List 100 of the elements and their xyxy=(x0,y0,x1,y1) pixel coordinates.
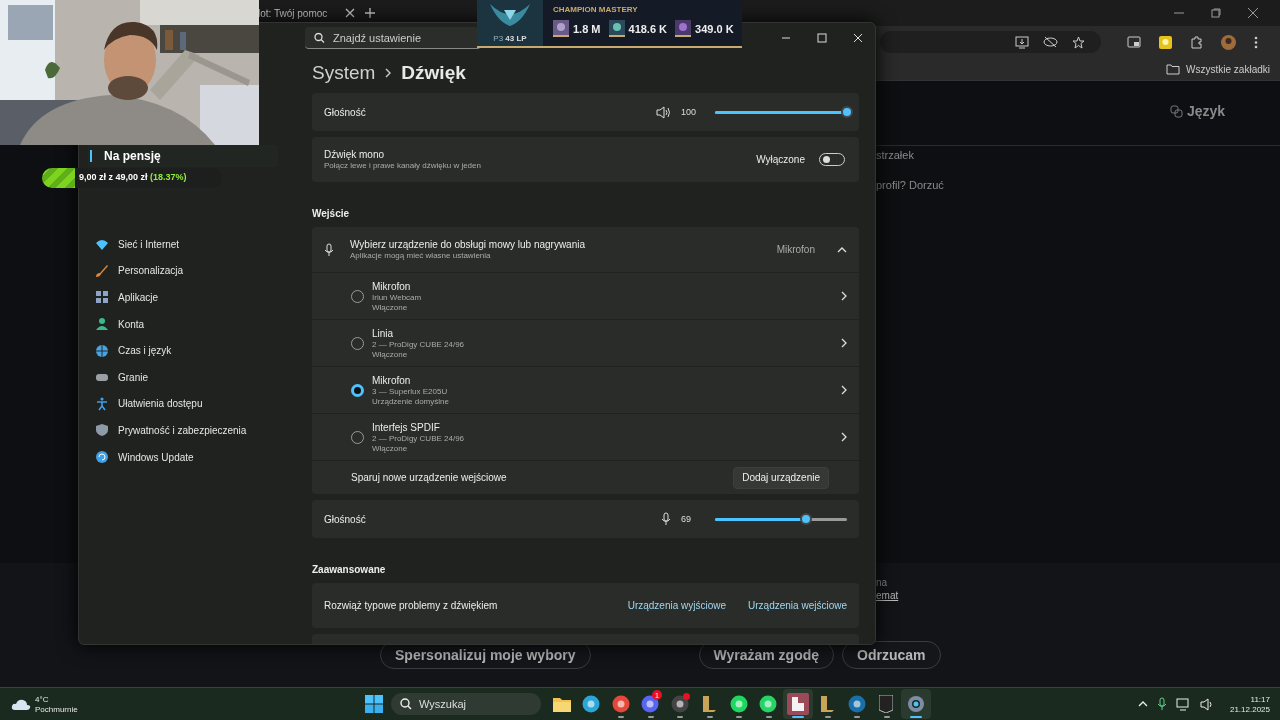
menu-icon[interactable] xyxy=(1254,35,1258,49)
setting-label: Głośność xyxy=(324,106,366,118)
sidebar-label: Sieć i Internet xyxy=(118,238,180,250)
search-icon xyxy=(314,32,325,44)
network-icon[interactable] xyxy=(1175,697,1191,711)
device-detail: 2 — ProDigy CUBE 24/96 xyxy=(372,433,465,443)
slider-thumb[interactable] xyxy=(841,106,853,118)
sidebar-item[interactable]: Granie xyxy=(95,363,295,391)
running-indicator xyxy=(883,716,890,718)
goal-title: Na pensję xyxy=(104,149,161,163)
device-option[interactable]: Interfejs SPDIF 2 — ProDigy CUBE 24/96 Włączone xyxy=(312,414,859,461)
restore-icon[interactable] xyxy=(1211,8,1221,18)
app-icon xyxy=(611,695,630,713)
page-text: profil? Dorzuć xyxy=(876,179,944,191)
app-icon xyxy=(641,695,660,713)
page-title: Dźwięk xyxy=(401,62,466,84)
page-text: strzałek xyxy=(876,149,915,161)
device-detail: 2 — ProDigy CUBE 24/96 xyxy=(372,339,465,349)
close-icon[interactable] xyxy=(1248,8,1258,18)
setting-label: Wybierz urządzenie do obsługi mowy lub nagrywania xyxy=(350,239,586,250)
accent-bar xyxy=(90,150,92,162)
puzzle-icon[interactable] xyxy=(1190,35,1203,49)
cookie-link[interactable]: emat xyxy=(876,590,899,601)
chevron-up-icon[interactable] xyxy=(1137,701,1148,707)
sidebar-item[interactable]: Ułatwienia dostępu xyxy=(95,390,295,418)
device-name: Mikrofon xyxy=(372,374,412,386)
speaker-icon[interactable] xyxy=(656,105,671,119)
device-status: Włączone xyxy=(372,349,409,359)
setting-label: Dźwięk mono xyxy=(324,149,386,160)
sidebar-item[interactable]: Czas i język xyxy=(95,337,295,364)
sidebar-item[interactable]: Aplikacje xyxy=(95,284,295,311)
browser-tab[interactable]: lot: Twój pomoc xyxy=(258,7,328,19)
sidebar-item[interactable]: Konta xyxy=(95,310,295,338)
translate-icon xyxy=(1170,104,1183,118)
device-option[interactable]: Linia 2 — ProDigy CUBE 24/96 Włączone xyxy=(312,320,859,367)
microphone-icon[interactable] xyxy=(1156,697,1167,711)
selected-device: Mikrofon xyxy=(776,244,815,255)
progress-text: 9,00 zł z 49,00 zł (18.37%) xyxy=(79,172,187,182)
champion-portrait-icon xyxy=(675,20,692,37)
device-option[interactable]: Mikrofon 3 — Superlux E205U Urządzenie domyślne xyxy=(312,367,859,414)
language-heading[interactable]: Język xyxy=(1170,103,1226,119)
running-indicator xyxy=(706,716,713,718)
avatar-icon[interactable] xyxy=(1221,34,1236,50)
taskbar-app[interactable] xyxy=(783,689,813,719)
microphone-icon[interactable] xyxy=(661,512,671,526)
search-field[interactable]: Znajdź ustawienie xyxy=(305,27,481,49)
chevron-up-icon[interactable] xyxy=(837,246,847,253)
maximize-icon[interactable] xyxy=(817,33,827,43)
device-status: Włączone xyxy=(372,302,409,312)
slider-thumb[interactable] xyxy=(800,513,813,525)
sidebar-item[interactable]: Personalizacja xyxy=(95,257,295,285)
new-tab-icon[interactable] xyxy=(365,8,376,18)
bookmarks-folder[interactable]: Wszystkie zakładki xyxy=(1166,63,1270,75)
extension-badge-icon[interactable] xyxy=(1159,35,1172,49)
taskbar-search[interactable]: Wyszukaj xyxy=(391,693,541,715)
sidebar-item[interactable]: Windows Update xyxy=(95,443,295,471)
running-indicator xyxy=(910,716,922,718)
clock[interactable]: 11:17 21.12.2025 xyxy=(1229,694,1270,714)
address-bar[interactable] xyxy=(880,31,1101,53)
sidebar-label: Windows Update xyxy=(118,451,194,463)
add-device-button[interactable]: Dodaj urządzenie xyxy=(733,466,829,489)
cookie-text: na xyxy=(876,577,889,588)
app-icon xyxy=(729,695,748,713)
running-indicator xyxy=(765,716,772,718)
champion-portrait-icon xyxy=(553,20,569,37)
search-icon xyxy=(400,698,412,710)
speaker-icon[interactable] xyxy=(1199,697,1215,711)
sidebar-item[interactable]: Sieć i Internet xyxy=(95,231,295,258)
troubleshoot-link[interactable]: Urządzenia wejściowe xyxy=(748,600,847,611)
app-icon xyxy=(670,695,689,713)
install-icon[interactable] xyxy=(1015,35,1029,49)
cookie-button[interactable]: Odrzucam xyxy=(842,641,941,669)
taskbar-app[interactable] xyxy=(901,689,931,719)
chevron-right-icon xyxy=(841,338,847,348)
sidebar-label: Personalizacja xyxy=(118,265,184,277)
setting-label: Głośność xyxy=(324,513,366,525)
chevron-right-icon xyxy=(385,68,392,78)
running-indicator xyxy=(854,716,860,718)
eye-off-icon[interactable] xyxy=(1043,36,1058,48)
sidebar-label: Prywatność i zabezpieczenia xyxy=(118,424,247,436)
running-indicator xyxy=(618,716,624,718)
close-icon[interactable] xyxy=(345,8,356,18)
device-option[interactable]: Mikrofon Iriun Webcam Włączone xyxy=(312,273,859,320)
volume-reading: 69 xyxy=(681,514,692,524)
chevron-right-icon xyxy=(841,385,847,395)
toggle-state: Wyłączone xyxy=(756,154,805,165)
weather-widget[interactable]: 4°C Pochmurnie xyxy=(0,694,341,714)
troubleshoot-link[interactable]: Urządzenia wyjściowe xyxy=(627,600,727,611)
app-icon xyxy=(847,695,866,713)
sidebar-item[interactable]: Prywatność i zabezpieczenia xyxy=(95,417,295,444)
bookmarks-label[interactable]: Wszystkie zakładki xyxy=(1186,63,1270,75)
sidebar-label: Konta xyxy=(118,318,145,330)
radio-button[interactable] xyxy=(351,383,364,397)
start-icon[interactable] xyxy=(365,695,383,713)
cast-icon[interactable] xyxy=(1127,36,1141,48)
app-icon xyxy=(701,695,718,713)
breadcrumb-link[interactable]: System xyxy=(312,62,376,84)
folder-icon xyxy=(1166,63,1181,75)
folder-icon xyxy=(552,696,571,712)
star-icon[interactable] xyxy=(1072,35,1085,49)
